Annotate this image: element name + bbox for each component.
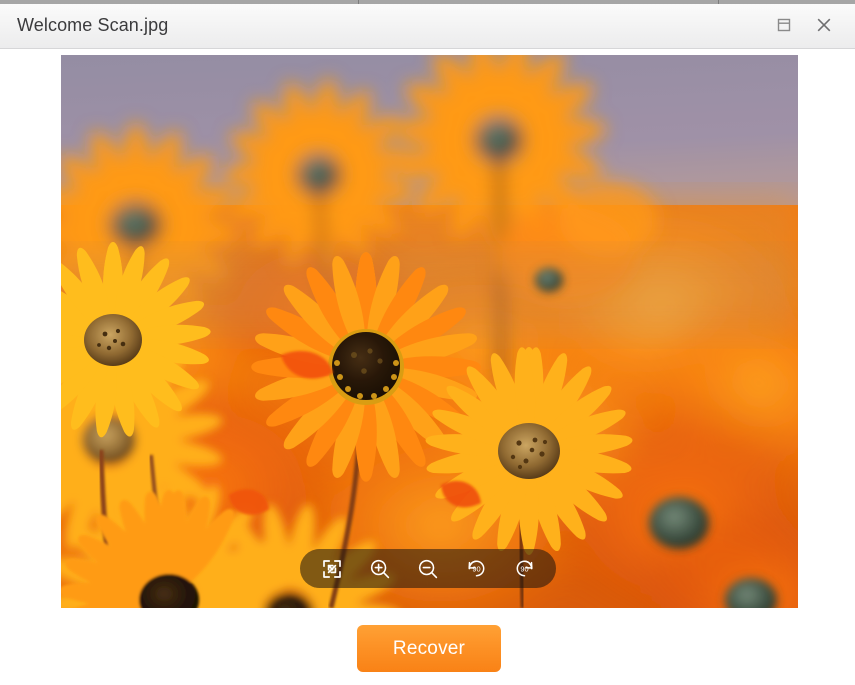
rotate-right-label: 90 xyxy=(520,564,528,573)
image-toolbar: 90 90 xyxy=(300,549,556,588)
window-title: Welcome Scan.jpg xyxy=(17,15,169,35)
magnifier-plus-icon xyxy=(369,558,391,580)
fit-screen-button[interactable] xyxy=(317,554,347,584)
close-icon xyxy=(815,16,833,39)
content-area: 90 90 Recover xyxy=(0,49,855,685)
close-window-button[interactable] xyxy=(809,13,839,41)
title-bar: Welcome Scan.jpg xyxy=(0,4,855,49)
image-viewer-window: Welcome Scan.jpg 90 90 Recover xyxy=(0,0,855,685)
recover-button[interactable]: Recover xyxy=(357,625,501,672)
restore-window-button[interactable] xyxy=(769,13,799,41)
rotate-left-label: 90 xyxy=(472,564,480,573)
zoom-in-button[interactable] xyxy=(365,554,395,584)
preview-photo xyxy=(61,55,798,608)
zoom-out-button[interactable] xyxy=(413,554,443,584)
restore-window-icon xyxy=(776,17,792,38)
magnifier-minus-icon xyxy=(417,558,439,580)
rotate-left-button[interactable]: 90 xyxy=(461,554,491,584)
expand-icon xyxy=(321,558,343,580)
rotate-left-90-icon: 90 xyxy=(465,557,488,580)
image-preview[interactable]: 90 90 xyxy=(61,55,798,608)
rotate-right-button[interactable]: 90 xyxy=(509,554,539,584)
rotate-right-90-icon: 90 xyxy=(513,557,536,580)
